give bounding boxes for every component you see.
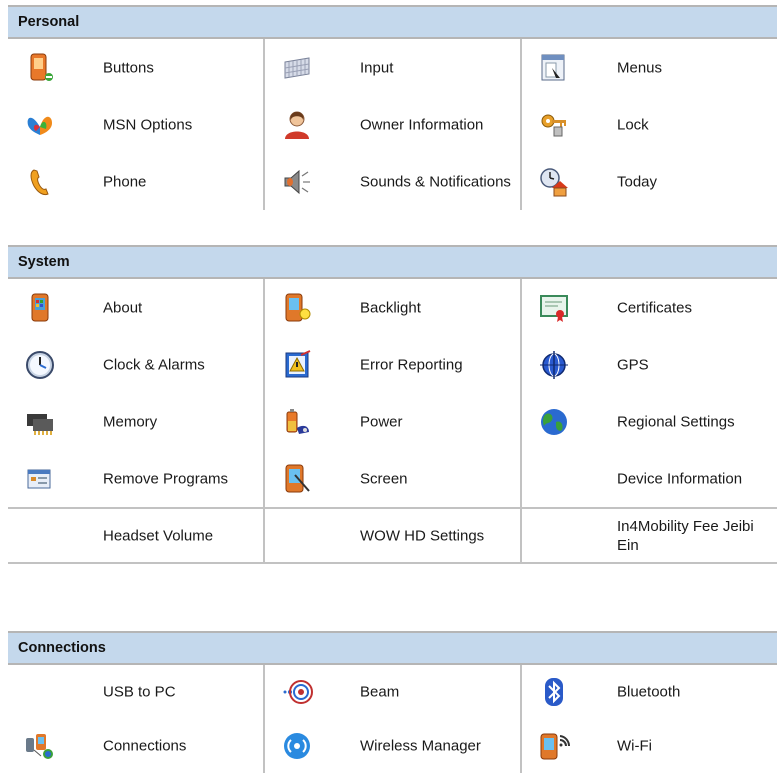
settings-item-owner-information[interactable]: Owner Information xyxy=(265,96,522,153)
item-label: GPS xyxy=(617,356,649,373)
item-label: Input xyxy=(360,59,394,76)
msn-butterfly-icon xyxy=(24,109,56,141)
item-label: Beam xyxy=(360,683,400,701)
item-label: Clock & Alarms xyxy=(103,356,205,373)
item-label: Headset Volume xyxy=(103,527,214,544)
owner-person-icon xyxy=(281,109,313,141)
item-label: Today xyxy=(617,173,658,190)
menu-window-icon xyxy=(538,52,570,84)
phone-handset-icon xyxy=(24,166,56,198)
settings-item-remove-programs[interactable]: Remove Programs xyxy=(8,450,265,507)
settings-item-error-reporting[interactable]: Error Reporting xyxy=(265,336,522,393)
system-section: System About Backlight Certificates Cloc… xyxy=(8,245,777,564)
settings-item-clock-alarms[interactable]: Clock & Alarms xyxy=(8,336,265,393)
memory-chip-icon xyxy=(24,406,56,438)
speaker-icon xyxy=(281,166,313,198)
settings-item-usb-to-pc[interactable]: USB to PC xyxy=(8,665,265,719)
settings-item-bluetooth[interactable]: Bluetooth xyxy=(522,665,777,719)
item-label: Memory xyxy=(103,413,158,430)
bluetooth-icon xyxy=(538,676,570,708)
settings-item-buttons[interactable]: Buttons xyxy=(8,39,265,96)
settings-item-menus[interactable]: Menus xyxy=(522,39,777,96)
item-label: Device Information xyxy=(617,470,743,487)
settings-item-beam[interactable]: Beam xyxy=(265,665,522,719)
pda-wifi-icon xyxy=(538,730,570,762)
item-label: Sounds & Notifications xyxy=(360,173,511,190)
item-label: Regional Settings xyxy=(617,413,735,430)
settings-item-phone[interactable]: Phone xyxy=(8,153,265,210)
battery-power-icon xyxy=(281,406,313,438)
item-label: USB to PC xyxy=(103,683,176,701)
item-label: MSN Options xyxy=(103,116,193,133)
item-label: Power xyxy=(360,413,403,430)
settings-item-backlight[interactable]: Backlight xyxy=(265,279,522,336)
settings-item-screen[interactable]: Screen xyxy=(265,450,522,507)
settings-item-about[interactable]: About xyxy=(8,279,265,336)
today-clock-house-icon xyxy=(538,166,570,198)
item-label: Remove Programs xyxy=(103,470,229,487)
settings-item-lock[interactable]: Lock xyxy=(522,96,777,153)
pda-about-icon xyxy=(24,292,56,324)
earth-globe-icon xyxy=(538,406,570,438)
item-label: Owner Information xyxy=(360,116,484,133)
certificate-icon xyxy=(538,292,570,324)
connections-section: Connections USB to PC Beam Bluetooth Con… xyxy=(8,631,777,773)
keys-lock-icon xyxy=(538,109,570,141)
settings-item-input[interactable]: Input xyxy=(265,39,522,96)
item-label: Lock xyxy=(617,116,649,133)
settings-item-regional-settings[interactable]: Regional Settings xyxy=(522,393,777,450)
settings-item-memory[interactable]: Memory xyxy=(8,393,265,450)
item-label: Bluetooth xyxy=(617,683,681,701)
item-label: Error Reporting xyxy=(360,356,463,373)
settings-item-wireless-manager[interactable]: Wireless Manager xyxy=(265,719,522,773)
settings-item-in4mobility[interactable]: In4Mobility Fee Jeibi Ein xyxy=(522,507,777,564)
item-label: WOW HD Settings xyxy=(360,527,485,544)
personal-section: Personal Buttons Input Menus MSN Options xyxy=(8,5,777,210)
section-header-system: System xyxy=(8,247,777,279)
item-label: About xyxy=(103,299,143,316)
item-label: Buttons xyxy=(103,59,154,76)
settings-item-today[interactable]: Today xyxy=(522,153,777,210)
item-label: Wireless Manager xyxy=(360,737,481,755)
settings-item-gps[interactable]: GPS xyxy=(522,336,777,393)
settings-item-headset-volume[interactable]: Headset Volume xyxy=(8,507,265,564)
item-label: Certificates xyxy=(617,299,693,316)
gps-globe-icon xyxy=(538,349,570,381)
settings-item-certificates[interactable]: Certificates xyxy=(522,279,777,336)
wireless-manager-icon xyxy=(281,730,313,762)
settings-item-msn-options[interactable]: MSN Options xyxy=(8,96,265,153)
item-label: Wi-Fi xyxy=(617,737,652,755)
item-label: Phone xyxy=(103,173,147,190)
remove-programs-icon xyxy=(24,463,56,495)
item-label: In4Mobility Fee Jeibi Ein xyxy=(617,517,754,554)
item-label: Screen xyxy=(360,470,408,487)
clock-icon xyxy=(24,349,56,381)
section-header-connections: Connections xyxy=(8,633,777,665)
pda-screen-icon xyxy=(281,463,313,495)
network-connections-icon xyxy=(24,730,56,762)
section-header-personal: Personal xyxy=(8,7,777,39)
pda-buttons-icon xyxy=(24,52,56,84)
item-label: Backlight xyxy=(360,299,421,316)
settings-item-connections[interactable]: Connections xyxy=(8,719,265,773)
settings-item-device-information[interactable]: Device Information xyxy=(522,450,777,507)
keyboard-icon xyxy=(281,52,313,84)
settings-item-sounds-notifications[interactable]: Sounds & Notifications xyxy=(265,153,522,210)
settings-item-wow-hd-settings[interactable]: WOW HD Settings xyxy=(265,507,522,564)
settings-item-wi-fi[interactable]: Wi-Fi xyxy=(522,719,777,773)
item-label: Menus xyxy=(617,59,663,76)
settings-item-power[interactable]: Power xyxy=(265,393,522,450)
item-label: Connections xyxy=(103,737,187,755)
pda-backlight-icon xyxy=(281,292,313,324)
error-report-icon xyxy=(281,349,313,381)
beam-infrared-icon xyxy=(281,676,313,708)
